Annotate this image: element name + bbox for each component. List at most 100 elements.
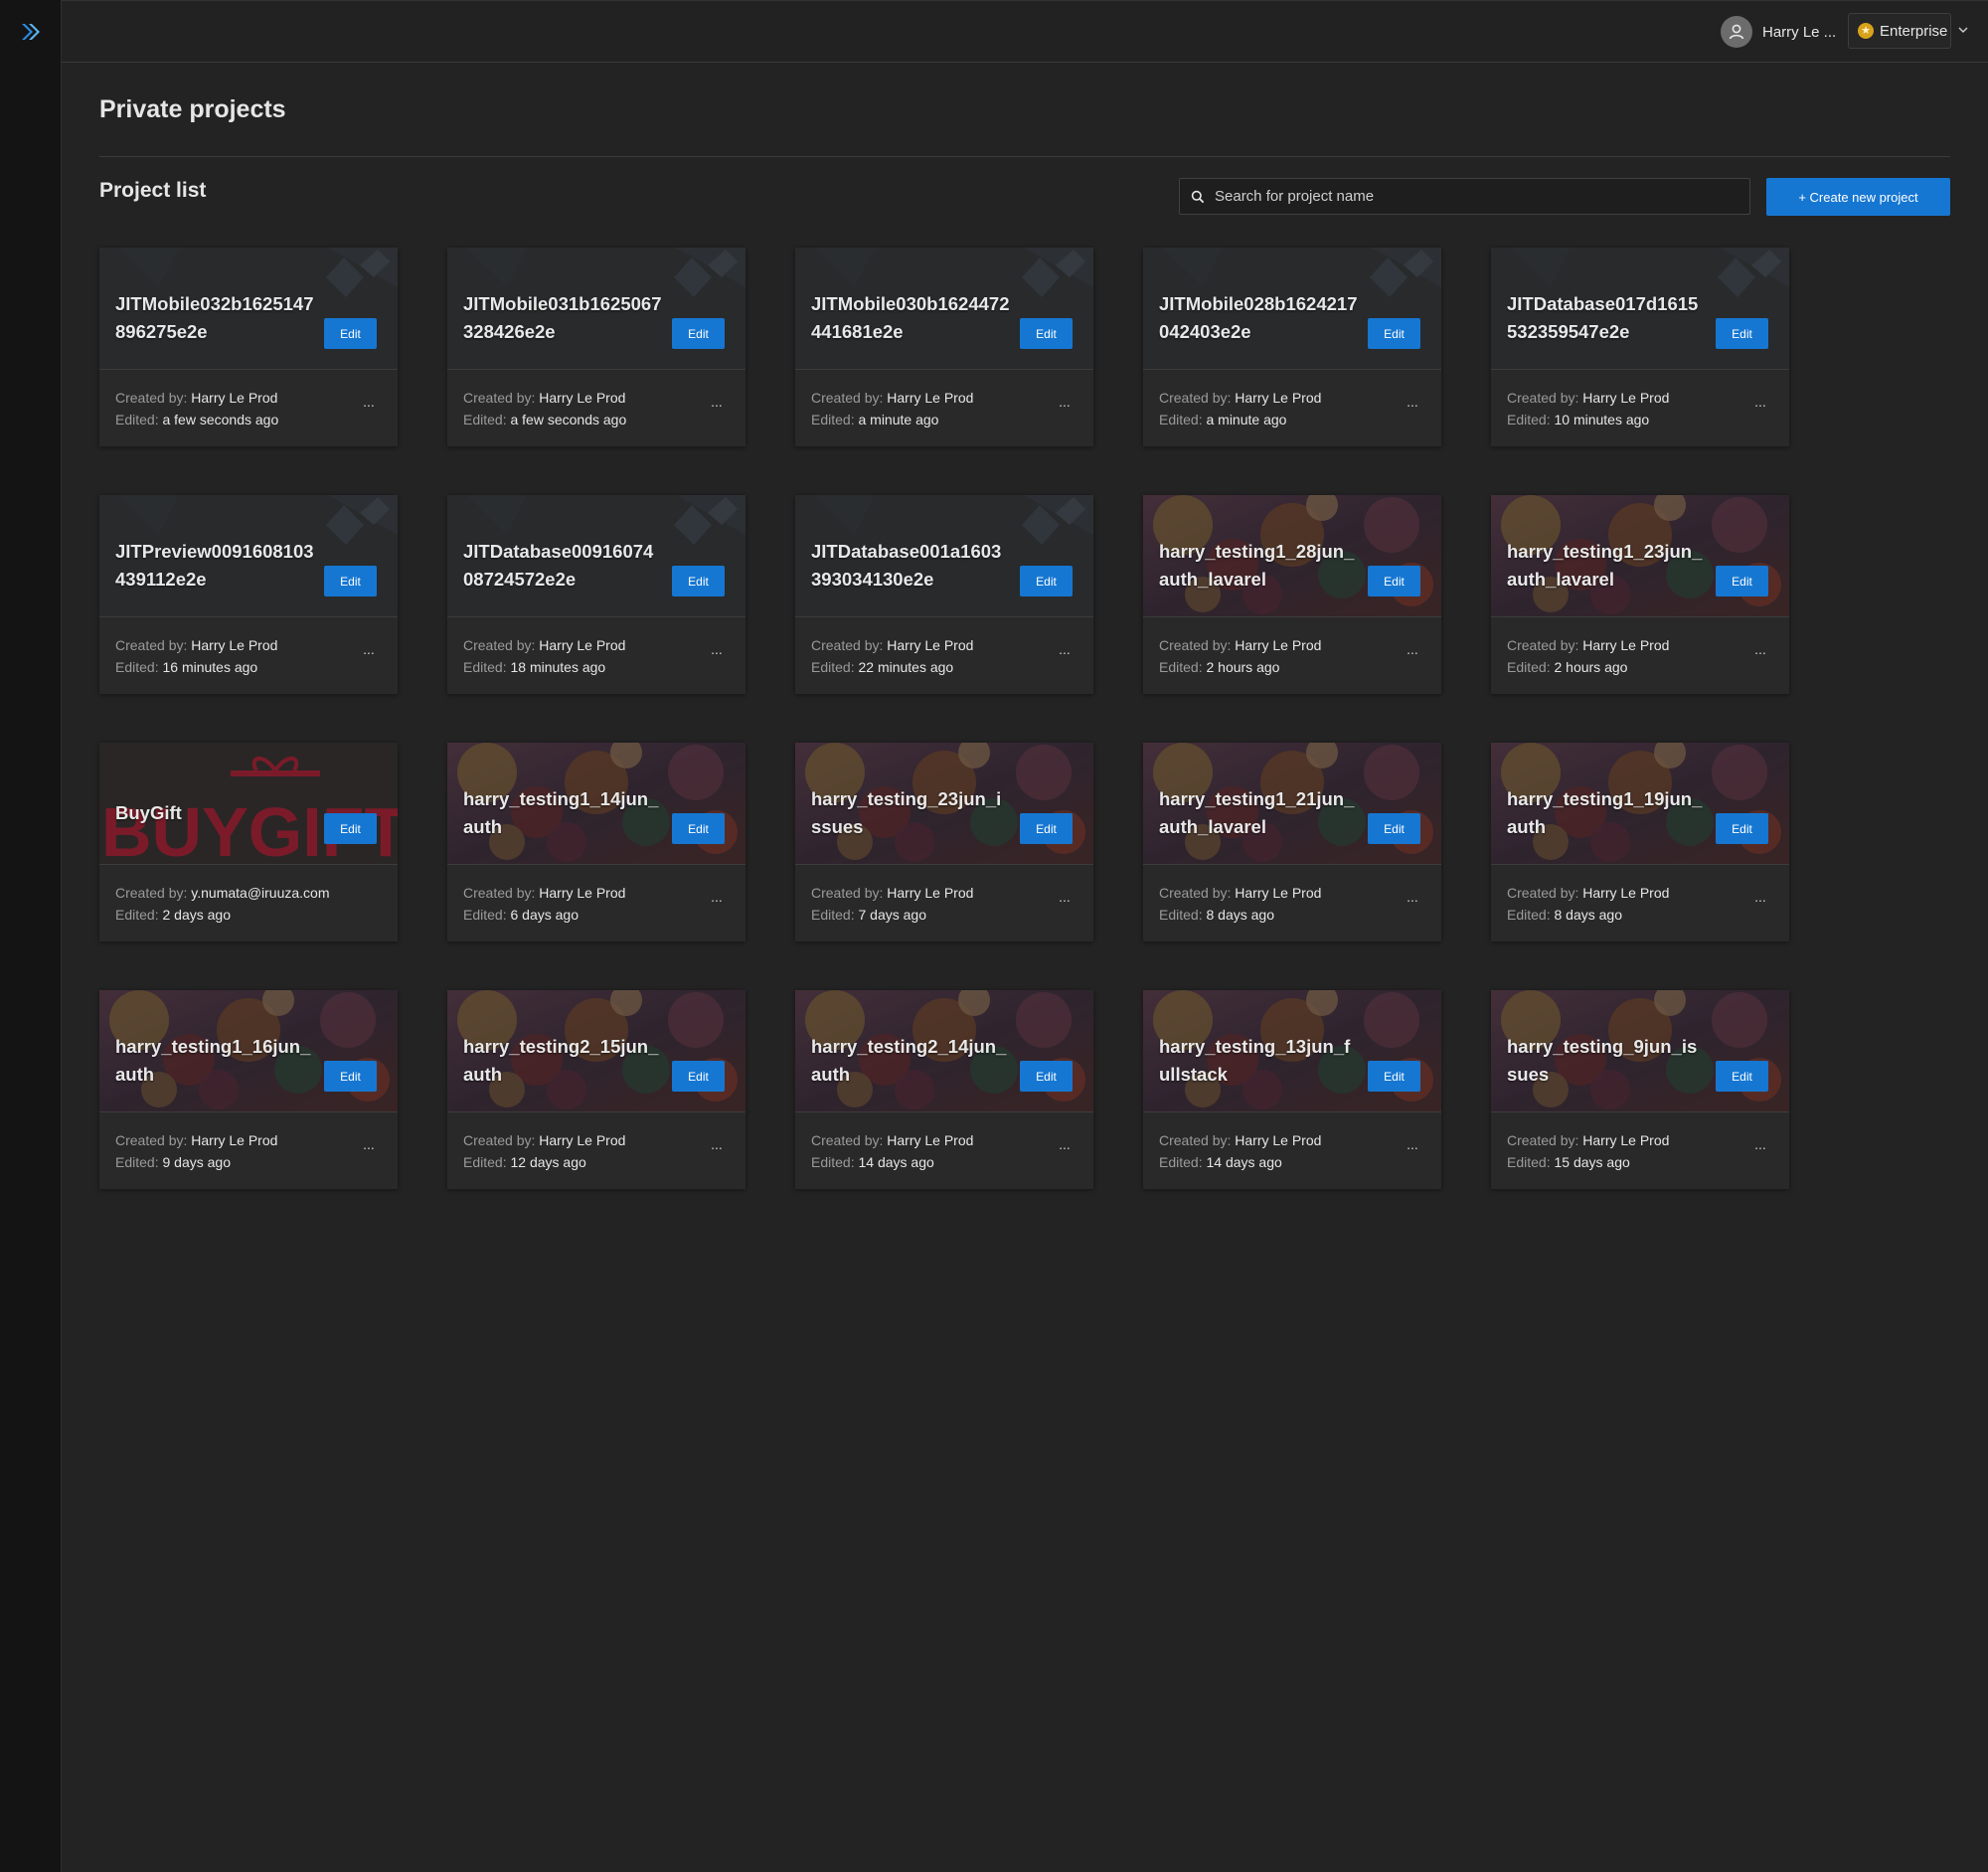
edited-label: Edited: [811, 659, 855, 675]
project-card[interactable]: JITMobile028b1624217042403e2e Edit Created… [1143, 248, 1441, 446]
project-meta: Created by: Harry Le Prod Edited: a minut… [811, 387, 973, 430]
project-card[interactable]: harry_testing1_21jun_auth_lavarel Edit Cre… [1143, 743, 1441, 941]
project-name: JITDatabase0091607408724572e2e [463, 541, 654, 590]
project-name: harry_testing1_16jun_auth [115, 1036, 311, 1085]
edited-value: a few seconds ago [162, 412, 279, 427]
edit-button[interactable]: Edit [324, 1061, 377, 1092]
more-options-icon[interactable]: ... [1750, 890, 1770, 910]
project-thumbnail: harry_testing2_14jun_auth Edit [795, 990, 1093, 1112]
app-logo-icon[interactable] [19, 20, 43, 44]
project-thumbnail: JITDatabase001a1603393034130e2e Edit [795, 495, 1093, 617]
project-card[interactable]: BUYGIFT BuyGift Edit Created by: y.numata@i… [99, 743, 398, 941]
project-name: JITDatabase017d1615532359547e2e [1507, 293, 1699, 342]
created-by-value: Harry Le Prod [191, 637, 278, 653]
project-card[interactable]: JITDatabase017d1615532359547e2e Edit Creat… [1491, 248, 1789, 446]
edit-button[interactable]: Edit [672, 813, 725, 844]
project-meta: Created by: y.numata@iruuza.com Edited: 2… [115, 882, 330, 926]
created-by-value: Harry Le Prod [191, 1132, 278, 1148]
project-card[interactable]: JITPreview0091608103439112e2e Edit Created… [99, 495, 398, 694]
project-meta: Created by: Harry Le Prod Edited: 9 days … [115, 1129, 277, 1173]
project-card[interactable]: harry_testing2_15jun_auth Edit Created by:… [447, 990, 746, 1189]
project-card[interactable]: JITMobile031b1625067328426e2e Edit Created… [447, 248, 746, 446]
more-options-icon[interactable]: ... [1403, 890, 1422, 910]
more-options-icon[interactable]: ... [707, 642, 727, 662]
created-by-value: Harry Le Prod [1582, 885, 1670, 901]
project-card[interactable]: JITDatabase0091607408724572e2e Edit Create… [447, 495, 746, 694]
project-name: harry_testing_13jun_fullstack [1159, 1036, 1351, 1085]
edit-button[interactable]: Edit [1368, 813, 1420, 844]
project-name: harry_testing_9jun_issues [1507, 1036, 1698, 1085]
project-meta: Created by: Harry Le Prod Edited: 16 minu… [115, 634, 277, 678]
create-project-button[interactable]: + Create new project [1766, 178, 1950, 216]
plan-selector[interactable]: ★ Enterprise [1848, 13, 1951, 49]
more-options-icon[interactable]: ... [707, 1137, 727, 1157]
more-options-icon[interactable]: ... [1055, 395, 1075, 415]
created-by-value: Harry Le Prod [539, 885, 626, 901]
project-meta: Created by: Harry Le Prod Edited: 18 minu… [463, 634, 625, 678]
chevron-down-icon[interactable] [1955, 22, 1971, 38]
more-options-icon[interactable]: ... [1750, 642, 1770, 662]
user-menu[interactable]: Harry Le ... [1721, 16, 1836, 48]
project-card[interactable]: harry_testing1_28jun_auth_lavarel Edit Cre… [1143, 495, 1441, 694]
created-by-label: Created by: [115, 637, 188, 653]
edit-button[interactable]: Edit [1716, 566, 1768, 596]
edit-button[interactable]: Edit [1020, 813, 1073, 844]
created-by-value: Harry Le Prod [1582, 390, 1670, 406]
edit-button[interactable]: Edit [672, 1061, 725, 1092]
project-card[interactable]: JITMobile032b1625147896275e2e Edit Created… [99, 248, 398, 446]
project-card[interactable]: harry_testing_13jun_fullstack Edit Created… [1143, 990, 1441, 1189]
project-card[interactable]: JITMobile030b1624472441681e2e Edit Created… [795, 248, 1093, 446]
edit-button[interactable]: Edit [1716, 1061, 1768, 1092]
project-card[interactable]: JITDatabase001a1603393034130e2e Edit Creat… [795, 495, 1093, 694]
edit-button[interactable]: Edit [1020, 566, 1073, 596]
more-options-icon[interactable]: ... [1403, 395, 1422, 415]
edit-button[interactable]: Edit [1716, 813, 1768, 844]
project-card[interactable]: harry_testing_9jun_issues Edit Created by:… [1491, 990, 1789, 1189]
project-card[interactable]: harry_testing1_16jun_auth Edit Created by:… [99, 990, 398, 1189]
project-card[interactable]: harry_testing2_14jun_auth Edit Created by:… [795, 990, 1093, 1189]
more-options-icon[interactable]: ... [1055, 1137, 1075, 1157]
project-name: JITMobile030b1624472441681e2e [811, 293, 1010, 342]
edit-button[interactable]: Edit [324, 566, 377, 596]
more-options-icon[interactable]: ... [359, 642, 379, 662]
edit-button[interactable]: Edit [1368, 318, 1420, 349]
project-name: JITPreview0091608103439112e2e [115, 541, 314, 590]
more-options-icon[interactable]: ... [1750, 395, 1770, 415]
project-name: JITMobile032b1625147896275e2e [115, 293, 314, 342]
edit-button[interactable]: Edit [1368, 566, 1420, 596]
created-by-value: Harry Le Prod [1582, 1132, 1670, 1148]
search-input[interactable] [1213, 187, 1734, 206]
edited-label: Edited: [1159, 907, 1203, 923]
project-card[interactable]: harry_testing1_23jun_auth_lavarel Edit Cre… [1491, 495, 1789, 694]
created-by-value: Harry Le Prod [1235, 1132, 1322, 1148]
more-options-icon[interactable]: ... [707, 890, 727, 910]
edit-button[interactable]: Edit [1368, 1061, 1420, 1092]
more-options-icon[interactable]: ... [1403, 1137, 1422, 1157]
edit-button[interactable]: Edit [1716, 318, 1768, 349]
edit-button[interactable]: Edit [1020, 1061, 1073, 1092]
project-card[interactable]: harry_testing1_14jun_auth Edit Created by:… [447, 743, 746, 941]
edit-button[interactable]: Edit [672, 318, 725, 349]
more-options-icon[interactable]: ... [1055, 642, 1075, 662]
project-card[interactable]: harry_testing1_19jun_auth Edit Created by:… [1491, 743, 1789, 941]
edit-button[interactable]: Edit [324, 813, 377, 844]
project-meta: Created by: Harry Le Prod Edited: 7 days … [811, 882, 973, 926]
more-options-icon[interactable]: ... [359, 395, 379, 415]
edit-button[interactable]: Edit [672, 566, 725, 596]
created-by-label: Created by: [811, 637, 884, 653]
more-options-icon[interactable]: ... [359, 1137, 379, 1157]
more-options-icon[interactable]: ... [707, 395, 727, 415]
created-by-label: Created by: [115, 885, 188, 901]
project-meta: Created by: Harry Le Prod Edited: a few s… [115, 387, 278, 430]
edited-value: a minute ago [1206, 412, 1287, 427]
more-options-icon[interactable]: ... [1055, 890, 1075, 910]
more-options-icon[interactable]: ... [1403, 642, 1422, 662]
edited-value: 2 hours ago [1206, 659, 1280, 675]
edit-button[interactable]: Edit [324, 318, 377, 349]
project-name: harry_testing1_21jun_auth_lavarel [1159, 788, 1355, 837]
project-card[interactable]: harry_testing_23jun_issues Edit Created by… [795, 743, 1093, 941]
edit-button[interactable]: Edit [1020, 318, 1073, 349]
project-name: harry_testing_23jun_issues [811, 788, 1002, 837]
section-title: Project list [99, 179, 207, 202]
more-options-icon[interactable]: ... [1750, 1137, 1770, 1157]
